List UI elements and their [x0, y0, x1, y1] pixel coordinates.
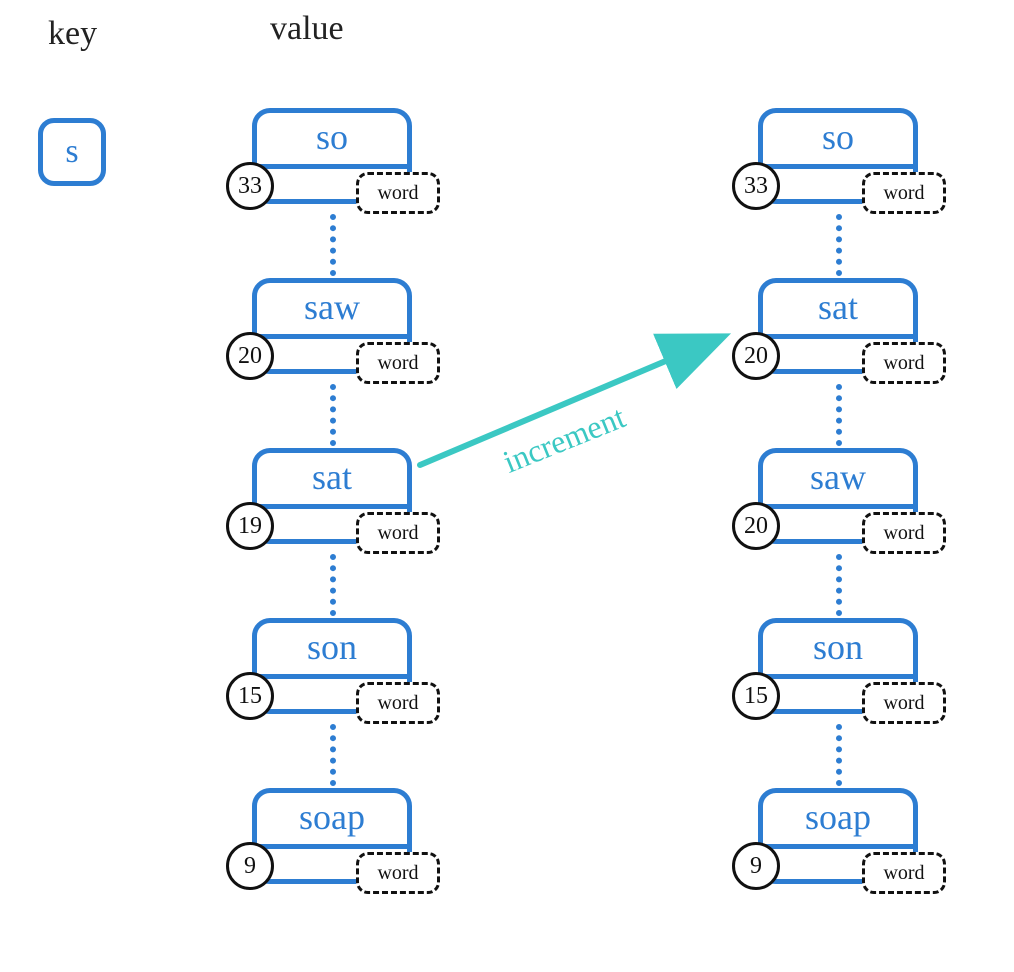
- node-divider: [252, 674, 412, 679]
- count-badge: 15: [226, 672, 274, 720]
- left-node-0: so 33 word: [252, 108, 412, 204]
- word-badge: word: [862, 852, 946, 894]
- node-text: sat: [252, 456, 412, 498]
- node-text: so: [252, 116, 412, 158]
- dotted-connector: [330, 554, 336, 616]
- left-node-3: son 15 word: [252, 618, 412, 714]
- key-box-text: s: [65, 133, 78, 171]
- word-badge: word: [862, 512, 946, 554]
- count-badge: 20: [226, 332, 274, 380]
- count-badge: 33: [226, 162, 274, 210]
- node-divider: [252, 334, 412, 339]
- node-divider: [758, 504, 918, 509]
- count-badge: 9: [226, 842, 274, 890]
- count-badge: 20: [732, 502, 780, 550]
- word-badge: word: [862, 682, 946, 724]
- node-text: saw: [758, 456, 918, 498]
- left-node-2: sat 19 word: [252, 448, 412, 544]
- node-divider: [758, 674, 918, 679]
- right-node-0: so 33 word: [758, 108, 918, 204]
- left-node-1: saw 20 word: [252, 278, 412, 374]
- count-badge: 19: [226, 502, 274, 550]
- increment-arrow: [410, 320, 740, 480]
- right-node-3: son 15 word: [758, 618, 918, 714]
- dotted-connector: [330, 724, 336, 786]
- node-divider: [252, 164, 412, 169]
- increment-label: increment: [498, 398, 630, 480]
- value-header: value: [270, 10, 344, 48]
- left-node-4: soap 9 word: [252, 788, 412, 884]
- word-badge: word: [356, 682, 440, 724]
- count-badge: 20: [732, 332, 780, 380]
- node-divider: [758, 164, 918, 169]
- node-text: sat: [758, 286, 918, 328]
- node-text: saw: [252, 286, 412, 328]
- key-box: s: [38, 118, 106, 186]
- dotted-connector: [836, 214, 842, 276]
- node-text: soap: [758, 796, 918, 838]
- dotted-connector: [836, 724, 842, 786]
- node-text: son: [758, 626, 918, 668]
- node-divider: [252, 844, 412, 849]
- node-divider: [758, 334, 918, 339]
- dotted-connector: [836, 554, 842, 616]
- node-divider: [758, 844, 918, 849]
- word-badge: word: [862, 342, 946, 384]
- node-text: so: [758, 116, 918, 158]
- dotted-connector: [330, 214, 336, 276]
- right-node-2: saw 20 word: [758, 448, 918, 544]
- right-node-1: sat 20 word: [758, 278, 918, 374]
- key-header: key: [48, 15, 97, 53]
- node-divider: [252, 504, 412, 509]
- dotted-connector: [836, 384, 842, 446]
- count-badge: 9: [732, 842, 780, 890]
- right-node-4: soap 9 word: [758, 788, 918, 884]
- node-text: soap: [252, 796, 412, 838]
- word-badge: word: [356, 512, 440, 554]
- word-badge: word: [356, 852, 440, 894]
- node-text: son: [252, 626, 412, 668]
- count-badge: 15: [732, 672, 780, 720]
- count-badge: 33: [732, 162, 780, 210]
- word-badge: word: [356, 172, 440, 214]
- word-badge: word: [356, 342, 440, 384]
- word-badge: word: [862, 172, 946, 214]
- dotted-connector: [330, 384, 336, 446]
